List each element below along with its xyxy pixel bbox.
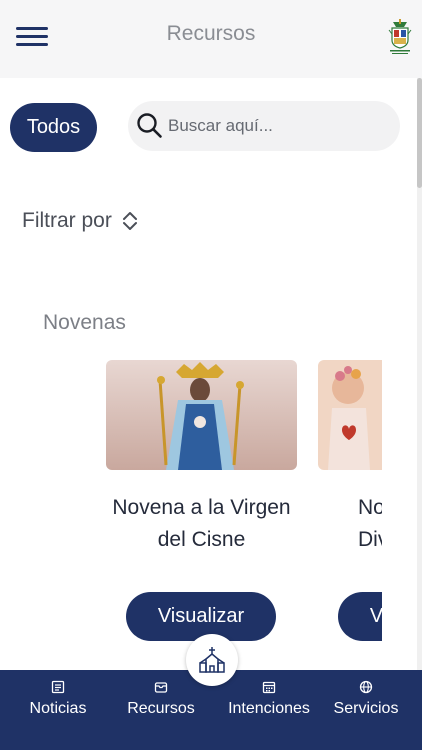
- card-title: Novena a la Virgen del Cisne: [112, 496, 291, 551]
- all-filter-chip[interactable]: Todos: [10, 103, 97, 152]
- nav-item-recursos[interactable]: Recursos: [121, 670, 201, 750]
- nav-label: Noticias: [29, 700, 87, 717]
- scrollbar-thumb[interactable]: [417, 78, 422, 188]
- globe-icon: [359, 680, 373, 694]
- newspaper-icon: [51, 680, 65, 694]
- resource-card: Novena al Divino Niño Visualizar: [318, 360, 382, 641]
- novenas-carousel[interactable]: Novena a la Virgen del Cisne Visualizar …: [106, 360, 382, 660]
- page-title: Recursos: [166, 22, 256, 45]
- nav-item-servicios[interactable]: Servicios: [328, 670, 404, 750]
- filter-by-button[interactable]: Filtrar por: [22, 209, 139, 233]
- search-bar[interactable]: [128, 101, 400, 151]
- diocese-crest-icon: [388, 19, 412, 54]
- app-header: Recursos: [0, 0, 422, 78]
- search-icon: [137, 113, 162, 138]
- folder-icon: [154, 682, 168, 693]
- nav-label: Servicios: [333, 700, 399, 717]
- calendar-icon: [262, 681, 276, 694]
- virgen-del-cisne-image[interactable]: [106, 360, 297, 470]
- nav-label: Recursos: [127, 700, 195, 717]
- nav-item-intenciones[interactable]: Intenciones: [220, 670, 318, 750]
- card-title: Novena al Divino Niño: [358, 496, 382, 551]
- sort-chevrons-icon: [122, 212, 137, 230]
- filter-label: Filtrar por: [22, 209, 112, 232]
- visualize-button[interactable]: Visualizar: [126, 592, 276, 641]
- divino-nino-image[interactable]: [318, 360, 382, 470]
- nav-label: Intenciones: [228, 700, 310, 717]
- section-title: Novenas: [43, 311, 126, 334]
- resource-card: Novena a la Virgen del Cisne Visualizar: [106, 360, 297, 641]
- search-input[interactable]: [168, 116, 388, 136]
- church-icon: [199, 647, 225, 673]
- nav-item-noticias[interactable]: Noticias: [20, 670, 96, 750]
- visualize-button[interactable]: Visualizar: [338, 592, 382, 641]
- home-church-button[interactable]: [186, 634, 238, 686]
